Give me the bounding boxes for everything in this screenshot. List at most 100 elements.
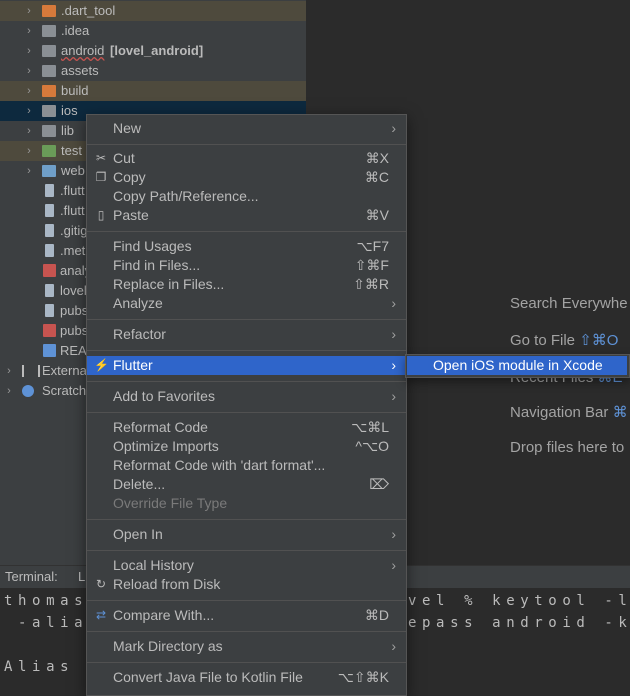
- menu-item-open-in[interactable]: Open In ›: [87, 525, 406, 544]
- menu-separator: [87, 350, 406, 351]
- terminal-line: Alias: [4, 659, 75, 675]
- menu-item-new[interactable]: New ›: [87, 119, 406, 138]
- menu-item-refactor[interactable]: Refactor ›: [87, 325, 406, 344]
- folder-icon: [42, 105, 56, 117]
- chevron-right-icon: ›: [391, 388, 396, 404]
- file-icon: [45, 304, 54, 317]
- menu-item-reformat-dart-format[interactable]: Reformat Code with 'dart format'...: [87, 456, 406, 475]
- menu-item-flutter[interactable]: ⚡ Flutter ›: [87, 356, 406, 375]
- menu-item-analyze[interactable]: Analyze ›: [87, 294, 406, 313]
- chevron-right-icon[interactable]: ›: [4, 361, 14, 381]
- scratches-icon: [22, 385, 34, 397]
- libraries-icon: [22, 365, 40, 377]
- menu-item-open-ios-module-in-xcode[interactable]: Open iOS module in Xcode: [407, 356, 627, 375]
- context-menu: New › ✂ Cut ⌘X ❐ Copy ⌘C Copy Path/Reference.…: [86, 114, 407, 696]
- menu-separator: [87, 519, 406, 520]
- tree-row-label: Scratch: [42, 383, 87, 398]
- chevron-right-icon[interactable]: ›: [24, 1, 34, 21]
- menu-item-delete[interactable]: Delete... ⌦: [87, 475, 406, 494]
- menu-item-add-to-favorites[interactable]: Add to Favorites ›: [87, 387, 406, 406]
- terminal-title: Terminal:: [5, 569, 58, 584]
- menu-item-reformat-code[interactable]: Reformat Code ⌥⌘L: [87, 418, 406, 437]
- menu-item-copy[interactable]: ❐ Copy ⌘C: [87, 168, 406, 187]
- yaml-file-icon: [43, 264, 56, 277]
- menu-item-compare-with[interactable]: ⇄ Compare With... ⌘D: [87, 606, 406, 625]
- menu-item-local-history[interactable]: Local History ›: [87, 556, 406, 575]
- chevron-right-icon: ›: [391, 295, 396, 311]
- tree-row-label: pubs: [60, 323, 89, 338]
- copy-icon: ❐: [95, 170, 107, 184]
- file-icon: [45, 204, 54, 217]
- chevron-right-icon[interactable]: ›: [24, 21, 34, 41]
- tree-row-label: Externa: [42, 363, 87, 378]
- chevron-right-icon: ›: [391, 557, 396, 573]
- folder-icon: [42, 125, 56, 137]
- hint-drop-files: Drop files here to: [510, 439, 625, 456]
- chevron-right-icon[interactable]: ›: [24, 61, 34, 81]
- menu-item-cut[interactable]: ✂ Cut ⌘X: [87, 149, 406, 168]
- menu-item-convert-java-to-kotlin[interactable]: Convert Java File to Kotlin File ⌥⇧⌘K: [87, 668, 406, 687]
- menu-item-replace-in-files[interactable]: Replace in Files... ⇧⌘R: [87, 275, 406, 294]
- folder-icon: [42, 65, 56, 77]
- terminal-line: epass android -k: [408, 615, 630, 631]
- menu-item-mark-directory-as[interactable]: Mark Directory as ›: [87, 637, 406, 656]
- chevron-right-icon[interactable]: ›: [24, 141, 34, 161]
- tree-row-label: .met: [60, 243, 86, 258]
- tree-row-label: test: [61, 143, 82, 158]
- menu-separator: [87, 412, 406, 413]
- menu-separator: [87, 144, 406, 145]
- file-icon: [45, 224, 54, 237]
- menu-item-reload-from-disk[interactable]: ↻ Reload from Disk: [87, 575, 406, 594]
- android-module-folder-icon: [42, 45, 56, 57]
- hint-go-to-file: Go to File ⇧⌘O: [510, 332, 619, 349]
- tree-row-label: lovel: [60, 283, 87, 298]
- menu-separator: [87, 231, 406, 232]
- menu-item-find-usages[interactable]: Find Usages ⌥F7: [87, 237, 406, 256]
- tree-row-assets[interactable]: › assets: [0, 61, 306, 81]
- chevron-right-icon: ›: [391, 638, 396, 654]
- tree-row-label: .flutt: [60, 183, 85, 198]
- chevron-right-icon[interactable]: ›: [24, 41, 34, 61]
- tree-row-label: pubs: [60, 303, 89, 318]
- tree-row-label: .dart_tool: [61, 3, 116, 18]
- tree-row-label: web: [61, 163, 85, 178]
- chevron-right-icon[interactable]: ›: [24, 161, 34, 181]
- chevron-right-icon[interactable]: ›: [24, 121, 34, 141]
- menu-separator: [87, 319, 406, 320]
- tree-row-dart-tool[interactable]: › .dart_tool: [0, 1, 306, 21]
- tree-row-build[interactable]: › build: [0, 81, 306, 101]
- menu-separator: [87, 550, 406, 551]
- menu-item-override-file-type: Override File Type: [113, 495, 228, 511]
- tree-row-label: REA: [60, 343, 87, 358]
- compare-icon: ⇄: [95, 608, 107, 622]
- menu-item-copy-path[interactable]: Copy Path/Reference...: [87, 187, 406, 206]
- reload-icon: ↻: [95, 577, 107, 591]
- yaml-file-icon: [43, 324, 56, 337]
- chevron-right-icon[interactable]: ›: [24, 101, 34, 121]
- terminal-line: vel % keytool -l: [408, 593, 630, 609]
- tree-row-label: android: [61, 43, 105, 58]
- menu-item-find-in-files[interactable]: Find in Files... ⇧⌘F: [87, 256, 406, 275]
- chevron-right-icon[interactable]: ›: [4, 381, 14, 401]
- paste-icon: ▯: [97, 208, 105, 222]
- chevron-right-icon[interactable]: ›: [24, 81, 34, 101]
- tree-row-label: build: [61, 83, 89, 98]
- file-icon: [45, 284, 54, 297]
- tree-row-label: ios: [61, 103, 78, 118]
- chevron-right-icon: ›: [391, 357, 396, 373]
- terminal-tab[interactable]: L: [78, 569, 85, 584]
- menu-item-paste[interactable]: ▯ Paste ⌘V: [87, 206, 406, 225]
- excluded-folder-icon: [42, 85, 56, 97]
- tree-row-label: .gitig: [60, 223, 88, 238]
- module-name-label: [lovel_android]: [110, 43, 204, 58]
- tree-row-idea[interactable]: › .idea: [0, 21, 306, 41]
- chevron-right-icon: ›: [391, 526, 396, 542]
- test-folder-icon: [42, 145, 56, 157]
- chevron-right-icon: ›: [391, 326, 396, 342]
- hint-navigation-bar: Navigation Bar ⌘: [510, 404, 628, 421]
- tree-row-android[interactable]: › android [lovel_android]: [0, 41, 306, 61]
- tree-row-label: assets: [61, 63, 99, 78]
- menu-item-optimize-imports[interactable]: Optimize Imports ^⌥O: [87, 437, 406, 456]
- flutter-icon: ⚡: [94, 358, 109, 372]
- file-icon: [45, 244, 54, 257]
